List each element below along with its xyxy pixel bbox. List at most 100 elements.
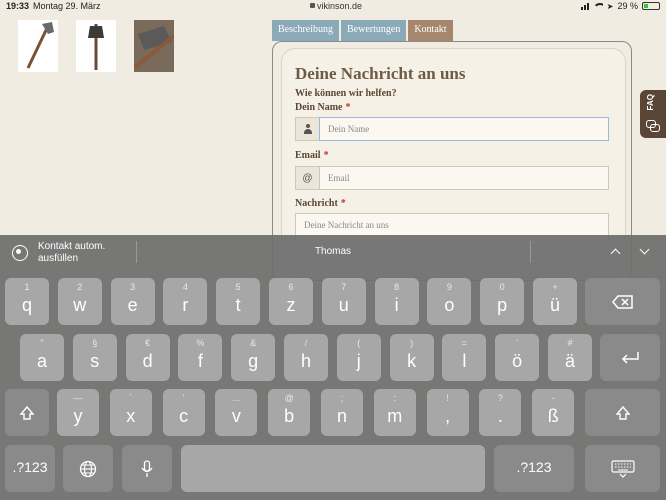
key-char: g xyxy=(248,351,259,371)
key-t[interactable]: 5t xyxy=(216,278,261,325)
key-x[interactable]: ` x xyxy=(109,389,152,436)
key-k[interactable]: ) k xyxy=(389,334,434,381)
key-q[interactable]: 1q xyxy=(5,278,49,325)
key-r[interactable]: 4r xyxy=(163,278,208,325)
delete-key[interactable] xyxy=(585,278,660,325)
key-alt-char: — xyxy=(73,393,83,403)
key-.[interactable]: ?. xyxy=(479,389,522,436)
email-field[interactable]: @ Email xyxy=(295,166,609,190)
dictation-key[interactable] xyxy=(122,445,172,492)
key-g[interactable]: & g xyxy=(231,334,276,381)
numbers-key-left[interactable]: .?123 xyxy=(5,445,55,492)
key-char: x xyxy=(126,406,136,426)
key-alt-char: = xyxy=(461,338,468,348)
key-i[interactable]: 8i xyxy=(374,278,419,325)
key-b[interactable]: @ b xyxy=(268,389,311,436)
key-s[interactable]: § s xyxy=(72,334,117,381)
product-thumbnail[interactable] xyxy=(134,20,174,72)
shift-key-left[interactable] xyxy=(5,389,49,436)
numbers-key-right[interactable]: .?123 xyxy=(494,445,574,492)
product-thumbnail[interactable] xyxy=(18,20,58,72)
key-char: . xyxy=(497,406,503,426)
key-y[interactable]: — y xyxy=(57,389,99,436)
key-alt-char: 8 xyxy=(394,282,400,292)
key-l[interactable]: = l xyxy=(442,334,487,381)
chevron-up-icon[interactable] xyxy=(610,246,620,256)
status-bar: 19:33 Montag 29. März vikinson.de ➤ 29 % xyxy=(0,0,666,13)
tab-beschreibung[interactable]: Beschreibung xyxy=(272,20,339,41)
key-char: ä xyxy=(564,351,575,371)
key-char: i xyxy=(394,295,399,315)
email-label: Email * xyxy=(295,150,329,161)
return-key[interactable] xyxy=(600,334,660,381)
key-z[interactable]: 6z xyxy=(269,278,313,325)
onscreen-keyboard: Kontakt autom. ausfüllen Thomas 1q2w3e4r5… xyxy=(0,235,666,500)
key-e[interactable]: 3e xyxy=(110,278,155,325)
url-label[interactable]: vikinson.de xyxy=(310,1,362,11)
key-m[interactable]: :m xyxy=(373,389,416,436)
key-alt-char: ... xyxy=(232,393,241,403)
space-bar[interactable] xyxy=(181,445,485,492)
microphone-icon xyxy=(141,459,153,477)
key-ö[interactable]: ' ö xyxy=(495,334,540,381)
key-alt-char: 5 xyxy=(235,282,241,292)
key-o[interactable]: 9o xyxy=(427,278,472,325)
key-f[interactable]: % f xyxy=(178,334,223,381)
lock-icon xyxy=(310,3,315,8)
faq-button[interactable]: FAQ xyxy=(640,90,666,138)
key-char: h xyxy=(300,351,311,371)
product-thumbnail[interactable] xyxy=(76,20,116,72)
key-a[interactable]: " a xyxy=(20,334,64,381)
axe-image xyxy=(26,22,54,69)
key-u[interactable]: 7u xyxy=(321,278,366,325)
tab-kontakt[interactable]: Kontakt xyxy=(408,20,453,41)
key-alt-char: ) xyxy=(410,338,414,348)
email-input[interactable]: Email xyxy=(320,167,608,189)
key-char: k xyxy=(407,351,417,371)
shift-icon xyxy=(614,405,631,420)
status-indicators: ➤ 29 % xyxy=(580,1,660,11)
key-c[interactable]: ' c xyxy=(162,389,205,436)
autofill-contact-button[interactable]: Kontakt autom. ausfüllen xyxy=(12,241,105,265)
url-text: vikinson.de xyxy=(317,1,363,11)
hide-keyboard-key[interactable] xyxy=(585,445,660,492)
key-ä[interactable]: # ä xyxy=(548,334,592,381)
key-v[interactable]: ... v xyxy=(215,389,258,436)
key-j[interactable]: (j xyxy=(336,334,381,381)
autofill-line1: Kontakt autom. xyxy=(38,241,106,252)
key-p[interactable]: 0p xyxy=(480,278,525,325)
key-alt-char: 3 xyxy=(130,282,136,292)
wifi-icon xyxy=(592,2,603,10)
person-icon xyxy=(296,118,320,140)
key-n[interactable]: ; n xyxy=(321,389,363,436)
message-label: Nachricht * xyxy=(295,198,346,209)
shift-key-right[interactable] xyxy=(585,389,660,436)
key-ü[interactable]: + ü xyxy=(533,278,577,325)
globe-key[interactable] xyxy=(63,445,113,492)
key-,[interactable]: !, xyxy=(426,389,469,436)
key-alt-char: 1 xyxy=(24,282,30,292)
tab-bewertungen[interactable]: Bewertungen xyxy=(341,20,407,41)
key-w[interactable]: 2w xyxy=(57,278,102,325)
keyboard-suggestion-bar: Kontakt autom. ausfüllen Thomas xyxy=(0,235,666,269)
key-char: d xyxy=(142,351,153,371)
key-char: m xyxy=(387,406,403,426)
axe-image xyxy=(88,24,104,70)
key-char: ö xyxy=(512,351,523,371)
suggestion-thomas[interactable]: Thomas xyxy=(300,246,366,257)
location-icon: ➤ xyxy=(606,1,614,11)
name-field[interactable]: Dein Name xyxy=(295,117,609,141)
chevron-down-icon[interactable] xyxy=(639,246,649,256)
key-ß[interactable]: -ß xyxy=(532,389,575,436)
key-char: v xyxy=(231,406,241,426)
key-alt-char: € xyxy=(145,338,151,348)
return-icon xyxy=(621,351,639,364)
key-h[interactable]: / h xyxy=(284,334,328,381)
key-char: n xyxy=(336,406,347,426)
name-input[interactable]: Dein Name xyxy=(319,117,609,141)
key-alt-char: & xyxy=(250,338,257,348)
key-alt-char: 0 xyxy=(499,282,505,292)
key-alt-char: @ xyxy=(284,393,294,403)
status-time: 19:33 xyxy=(6,1,30,11)
key-d[interactable]: € d xyxy=(125,334,170,381)
